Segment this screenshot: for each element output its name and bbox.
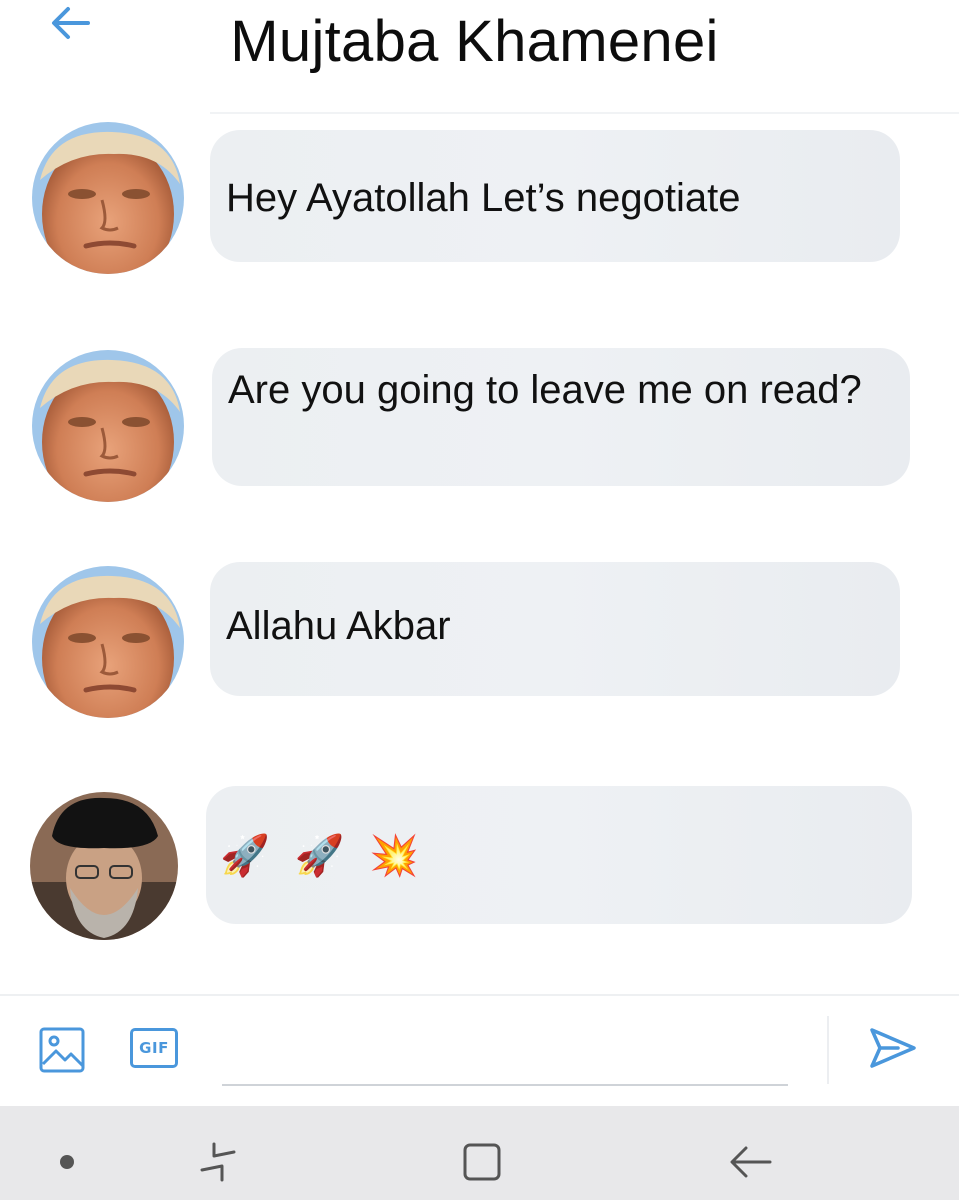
message-row: 🚀 🚀 💥: [0, 782, 959, 942]
dot-icon[interactable]: [60, 1155, 74, 1169]
orange-haired-man-avatar-icon: [32, 566, 184, 718]
recents-icon[interactable]: [196, 1140, 240, 1184]
message-list: Hey Ayatollah Let’s negotiate Are you go…: [0, 114, 959, 994]
message-bubble: Are you going to leave me on read?: [212, 348, 910, 486]
message-row: Are you going to leave me on read?: [0, 344, 959, 504]
avatar[interactable]: [30, 792, 178, 940]
message-text: Are you going to leave me on read?: [228, 368, 862, 412]
conversation-title: Mujtaba Khamenei: [230, 9, 719, 74]
avatar[interactable]: [32, 350, 184, 502]
orange-haired-man-avatar-icon: [32, 350, 184, 502]
message-bubble: Hey Ayatollah Let’s negotiate: [210, 130, 900, 262]
send-icon[interactable]: [868, 1026, 918, 1070]
chat-screen: Mujtaba Khamenei Hey Ayatollah Let’s neg…: [0, 0, 959, 1200]
avatar[interactable]: [32, 566, 184, 718]
orange-haired-man-avatar-icon: [32, 122, 184, 274]
gif-button[interactable]: GIF: [130, 1028, 178, 1068]
message-bubble: Allahu Akbar: [210, 562, 900, 696]
image-icon[interactable]: [38, 1026, 86, 1074]
avatar[interactable]: [32, 122, 184, 274]
cleric-avatar-icon: [30, 792, 178, 940]
message-text: Hey Ayatollah Let’s negotiate: [226, 176, 741, 220]
message-bubble: 🚀 🚀 💥: [206, 786, 912, 924]
message-row: Hey Ayatollah Let’s negotiate: [0, 114, 959, 274]
chat-header: Mujtaba Khamenei: [0, 0, 959, 114]
emoji-message: 🚀 🚀 💥: [220, 833, 425, 879]
message-row: Allahu Akbar: [0, 562, 959, 722]
message-input[interactable]: [222, 1014, 788, 1086]
composer-divider: [827, 1016, 829, 1084]
home-icon[interactable]: [460, 1140, 504, 1184]
back-icon[interactable]: [728, 1142, 774, 1182]
system-navbar: [0, 1106, 959, 1200]
message-composer: GIF: [0, 994, 959, 1108]
message-text: Allahu Akbar: [226, 604, 451, 648]
